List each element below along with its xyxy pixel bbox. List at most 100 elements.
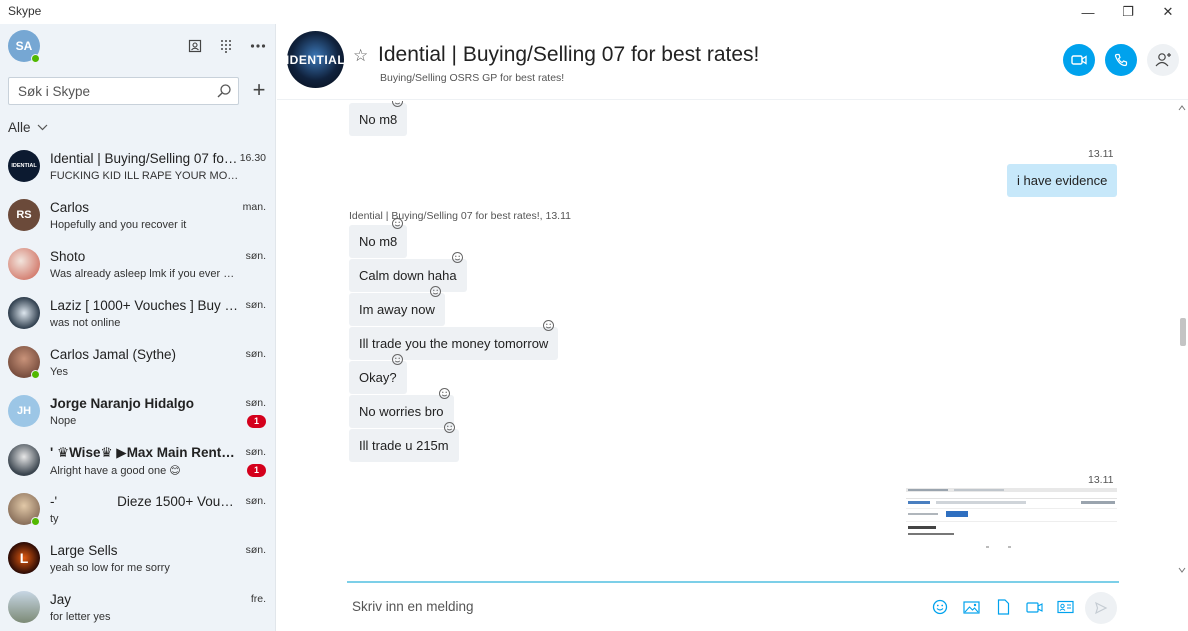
conversation-preview: was not online (50, 317, 121, 329)
search-input[interactable]: Søk i Skype (8, 77, 239, 105)
filter-dropdown[interactable]: Alle (8, 120, 48, 135)
avatar: IDENTIAL (8, 150, 40, 182)
conversation-time: søn. (245, 348, 266, 360)
send-button[interactable] (1085, 592, 1117, 624)
conversation-preview: for letter yes (50, 611, 111, 623)
add-reaction-icon[interactable] (391, 353, 404, 366)
video-call-button[interactable] (1063, 44, 1095, 76)
favorite-star-icon[interactable]: ☆ (353, 46, 368, 66)
message-text: i have evidence (1017, 173, 1108, 188)
sidebar: SA Søk i Skype + Alle IDENTIAL Idential … (0, 24, 276, 631)
attachment-thumbnail-image (906, 488, 1117, 548)
video-camera-icon (1071, 55, 1087, 65)
my-status-dot (31, 54, 40, 63)
online-status-dot (31, 370, 40, 379)
chat-title[interactable]: Idential | Buying/Selling 07 for best ra… (378, 43, 759, 67)
send-image-button[interactable] (961, 597, 981, 617)
conversation-preview: Was already asleep lmk if you ever need … (50, 268, 240, 280)
message-text: Im away now (359, 302, 435, 317)
add-reaction-icon[interactable] (542, 319, 555, 332)
message-sender-line: Idential | Buying/Selling 07 for best ra… (349, 210, 572, 222)
contact-card-icon (1056, 600, 1074, 614)
conversation-item[interactable]: Carlos Jamal (Sythe) søn. Yes (0, 338, 275, 387)
conversation-preview: FUCKING KID ILL RAPE YOUR MOM WHEN YOU D… (50, 170, 240, 182)
conversation-item[interactable]: ' ♛Wise♛ ▶Max Main Rentals søn. Alright … (0, 436, 275, 485)
screenshot-attachment[interactable] (906, 488, 1117, 556)
emoji-icon (932, 599, 948, 615)
contacts-icon (188, 39, 202, 53)
message-input[interactable]: Skriv inn en melding (352, 599, 474, 614)
conversation-name: Shoto (50, 249, 86, 264)
conversation-item[interactable]: -' Dieze 1500+ Vouches søn. ty (0, 485, 275, 534)
conversation-item[interactable]: RS Carlos man. Hopefully and you recover… (0, 191, 275, 240)
video-message-button[interactable] (1024, 597, 1044, 617)
message-bubble[interactable]: No m8 (349, 101, 408, 136)
message-text: Okay? (359, 370, 397, 385)
chat-mood-message: Buying/Selling OSRS GP for best rates! (380, 72, 565, 84)
conversation-preview: Hopefully and you recover it (50, 219, 187, 231)
avatar: JH (8, 395, 40, 427)
send-file-button[interactable] (993, 597, 1013, 617)
conversation-preview: yeah so low for me sorry (50, 562, 170, 574)
scrollbar-thumb[interactable] (1180, 318, 1186, 346)
more-options-button[interactable] (248, 36, 268, 56)
close-icon: ✕ (1162, 4, 1174, 19)
phone-icon (1114, 53, 1128, 67)
minimize-button[interactable]: — (1068, 0, 1108, 24)
conversation-item[interactable]: Jay fre. for letter yes (0, 583, 275, 631)
conversation-name: Laziz [ 1000+ Vouches ] Buy & Sell (50, 298, 238, 313)
scroll-up-icon[interactable] (1176, 103, 1188, 113)
conversation-item[interactable]: JH Jorge Naranjo Hidalgo søn. Nope 1 (0, 387, 275, 436)
conversation-preview: Alright have a good one 😊 (50, 465, 181, 477)
message-bubble[interactable]: Im away now (349, 286, 445, 326)
message-bubble[interactable]: Okay? (349, 354, 407, 394)
scroll-down-icon[interactable] (1176, 565, 1188, 575)
video-message-icon (1025, 601, 1043, 613)
message-bubble[interactable]: i have evidence (1007, 164, 1118, 197)
app-title: Skype (8, 4, 42, 18)
add-people-button[interactable] (1147, 44, 1179, 76)
message-bubble[interactable]: Calm down haha (349, 252, 467, 292)
message-text: Ill trade u 215m (359, 438, 449, 453)
add-reaction-icon[interactable] (391, 101, 404, 108)
conversation-item[interactable]: Shoto søn. Was already asleep lmk if you… (0, 240, 275, 289)
conversation-list: IDENTIAL Idential | Buying/Selling 07 fo… (0, 142, 275, 631)
conversation-item[interactable]: L Large Sells søn. yeah so low for me so… (0, 534, 275, 583)
avatar (8, 591, 40, 623)
conversation-time: 16.30 (239, 152, 266, 164)
message-bubble[interactable]: Ill trade u 215m (349, 422, 459, 462)
search-icon (217, 84, 231, 98)
dialpad-button[interactable] (216, 36, 236, 56)
conversation-item[interactable]: IDENTIAL Idential | Buying/Selling 07 fo… (0, 142, 275, 191)
add-reaction-icon[interactable] (391, 217, 404, 230)
conversation-name: Idential | Buying/Selling 07 for best ra… (50, 151, 238, 166)
send-icon (1095, 601, 1108, 615)
message-timestamp: 13.11 (1088, 474, 1114, 486)
unread-badge: 1 (247, 415, 266, 428)
chat-header: IDENTIAL ☆ Idential | Buying/Selling 07 … (277, 24, 1188, 100)
contacts-button[interactable] (185, 36, 205, 56)
search-placeholder: Søk i Skype (18, 84, 91, 99)
message-bubble[interactable]: No m8 (349, 218, 408, 258)
message-bubble[interactable]: No worries bro (349, 388, 454, 428)
close-button[interactable]: ✕ (1148, 0, 1188, 24)
conversation-name: Carlos Jamal (Sythe) (50, 347, 177, 362)
unread-badge: 1 (247, 464, 266, 477)
minimize-icon: — (1081, 4, 1095, 20)
conversation-name: Large Sells (50, 543, 118, 558)
maximize-button[interactable]: ❐ (1108, 0, 1148, 24)
add-reaction-icon[interactable] (451, 251, 464, 264)
emoji-button[interactable] (930, 597, 950, 617)
message-composer[interactable]: Skriv inn en melding (347, 581, 1119, 631)
send-contact-button[interactable] (1055, 597, 1075, 617)
audio-call-button[interactable] (1105, 44, 1137, 76)
add-reaction-icon[interactable] (429, 285, 442, 298)
message-bubble[interactable]: Ill trade you the money tomorrow (349, 320, 559, 360)
conversation-item[interactable]: Laziz [ 1000+ Vouches ] Buy & Sell søn. … (0, 289, 275, 338)
new-chat-button[interactable]: + (248, 79, 270, 102)
chat-avatar[interactable]: IDENTIAL (286, 31, 345, 88)
message-text: Ill trade you the money tomorrow (359, 336, 549, 351)
conversation-time: søn. (245, 544, 266, 556)
add-reaction-icon[interactable] (443, 421, 456, 434)
add-reaction-icon[interactable] (438, 387, 451, 400)
